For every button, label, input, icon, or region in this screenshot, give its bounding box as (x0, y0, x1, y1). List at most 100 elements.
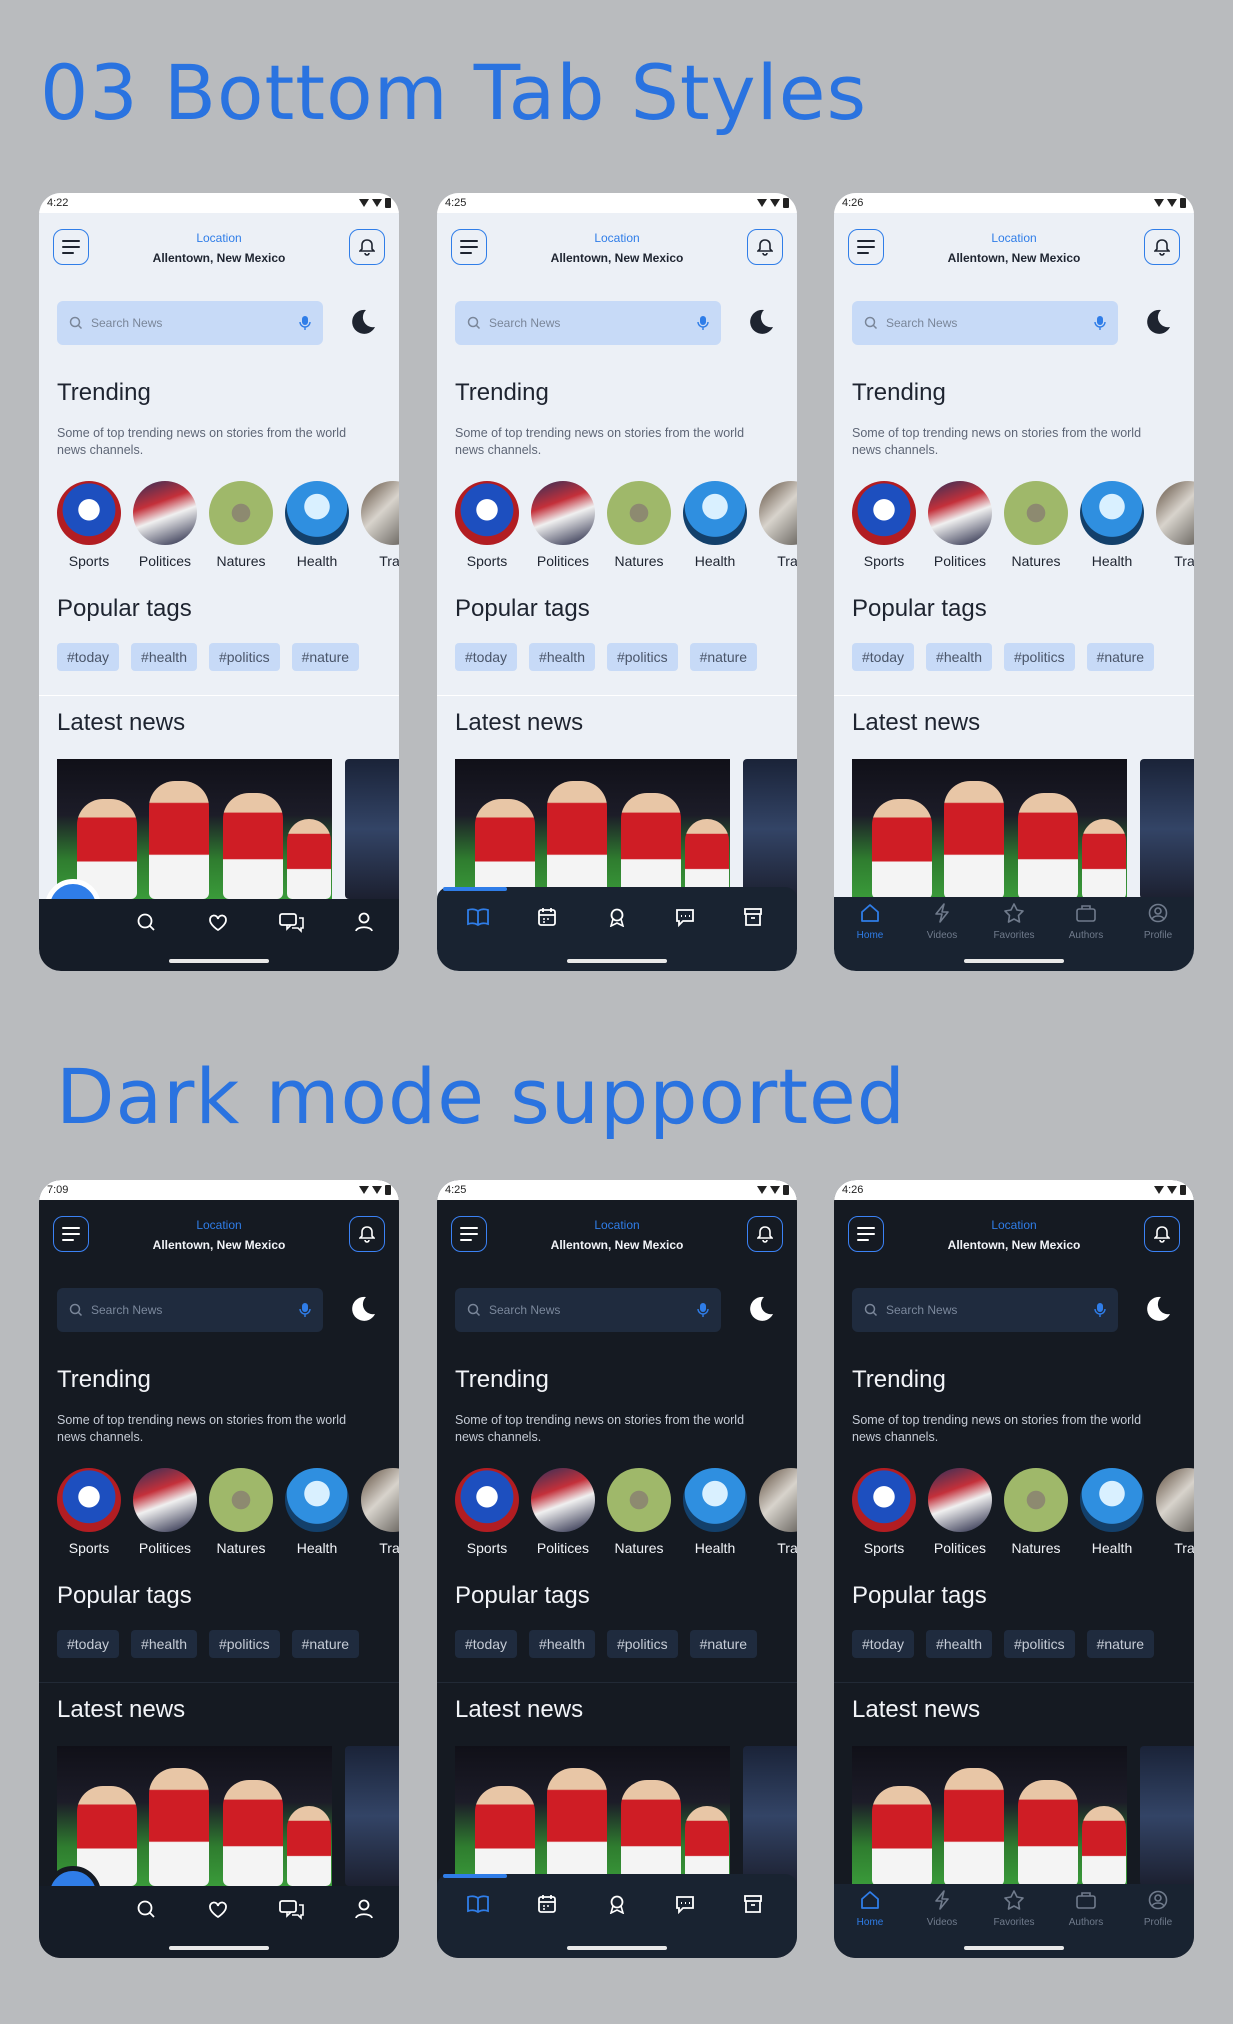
category-health[interactable]: Health (285, 481, 349, 569)
category-nature[interactable]: Natures (1004, 481, 1068, 569)
menu-button[interactable] (451, 1216, 487, 1252)
category-politics[interactable]: Politices (531, 481, 595, 569)
menu-button[interactable] (451, 229, 487, 265)
tag-chip[interactable]: #politics (1003, 1630, 1075, 1658)
news-card-image[interactable] (57, 1746, 332, 1886)
category-sports[interactable]: Sports (57, 1468, 121, 1556)
category-travel[interactable]: Trav (759, 481, 797, 569)
moon-icon[interactable] (1142, 1294, 1172, 1324)
calendar-icon[interactable] (537, 907, 557, 927)
tag-chip[interactable]: #nature (291, 1630, 360, 1658)
category-travel[interactable]: Trav (1156, 481, 1194, 569)
badge-icon[interactable] (607, 907, 627, 927)
notification-button[interactable] (349, 229, 385, 265)
notification-button[interactable] (747, 229, 783, 265)
tag-chip[interactable]: #health (529, 643, 595, 671)
category-politics[interactable]: Politices (133, 481, 197, 569)
moon-icon[interactable] (1142, 307, 1172, 337)
message-icon[interactable] (675, 1894, 695, 1914)
menu-button[interactable] (53, 229, 89, 265)
tag-chip[interactable]: #today (57, 1630, 120, 1658)
search-icon[interactable] (135, 911, 157, 933)
category-nature[interactable]: Natures (607, 481, 671, 569)
tag-chip[interactable]: #health (529, 1630, 595, 1658)
tag-chip[interactable]: #today (455, 643, 518, 671)
news-card-image[interactable] (852, 759, 1127, 899)
category-politics[interactable]: Politices (928, 1468, 992, 1556)
tag-chip[interactable]: #health (131, 643, 197, 671)
notification-button[interactable] (1144, 229, 1180, 265)
mic-icon[interactable] (299, 315, 311, 331)
search-input[interactable]: Search News (57, 1288, 323, 1332)
category-travel[interactable]: Trav (361, 481, 399, 569)
news-card-image[interactable] (852, 1746, 1127, 1886)
tag-chip[interactable]: #health (131, 1630, 197, 1658)
news-card-image-next[interactable] (1140, 759, 1194, 899)
mic-icon[interactable] (1094, 1302, 1106, 1318)
notification-button[interactable] (747, 1216, 783, 1252)
book-icon[interactable] (467, 907, 489, 927)
message-icon[interactable] (675, 907, 695, 927)
category-health[interactable]: Health (683, 481, 747, 569)
menu-button[interactable] (848, 1216, 884, 1252)
tag-chip[interactable]: #nature (689, 1630, 758, 1658)
moon-icon[interactable] (745, 307, 775, 337)
category-travel[interactable]: Trav (361, 1468, 399, 1556)
tab-profile[interactable]: Profile (1122, 903, 1194, 941)
search-input[interactable]: Search News (455, 1288, 721, 1332)
news-card-image-next[interactable] (1140, 1746, 1194, 1886)
heart-icon[interactable] (207, 1898, 229, 1920)
search-input[interactable]: Search News (852, 301, 1118, 345)
book-icon[interactable] (467, 1894, 489, 1914)
mic-icon[interactable] (697, 315, 709, 331)
chat-icon[interactable] (279, 911, 305, 933)
category-travel[interactable]: Trav (759, 1468, 797, 1556)
mic-icon[interactable] (697, 1302, 709, 1318)
category-politics[interactable]: Politices (133, 1468, 197, 1556)
tab-home[interactable]: Home (834, 903, 906, 941)
notification-button[interactable] (349, 1216, 385, 1252)
category-politics[interactable]: Politices (928, 481, 992, 569)
search-input[interactable]: Search News (852, 1288, 1118, 1332)
category-health[interactable]: Health (1080, 481, 1144, 569)
category-nature[interactable]: Natures (209, 481, 273, 569)
tag-chip[interactable]: #today (852, 643, 915, 671)
news-card-image-next[interactable] (743, 759, 797, 899)
tag-chip[interactable]: #politics (606, 1630, 678, 1658)
mic-icon[interactable] (1094, 315, 1106, 331)
news-card-image-next[interactable] (743, 1746, 797, 1886)
tab-videos[interactable]: Videos (906, 903, 978, 941)
category-sports[interactable]: Sports (455, 481, 519, 569)
category-health[interactable]: Health (285, 1468, 349, 1556)
tab-favorites[interactable]: Favorites (978, 1890, 1050, 1928)
menu-button[interactable] (848, 229, 884, 265)
badge-icon[interactable] (607, 1894, 627, 1914)
tag-chip[interactable]: #nature (1086, 1630, 1155, 1658)
category-health[interactable]: Health (683, 1468, 747, 1556)
search-input[interactable]: Search News (57, 301, 323, 345)
category-politics[interactable]: Politices (531, 1468, 595, 1556)
category-health[interactable]: Health (1080, 1468, 1144, 1556)
tag-chip[interactable]: #today (57, 643, 120, 671)
news-card-image-next[interactable] (345, 759, 399, 899)
heart-icon[interactable] (207, 911, 229, 933)
tag-chip[interactable]: #politics (208, 1630, 280, 1658)
category-nature[interactable]: Natures (209, 1468, 273, 1556)
archive-icon[interactable] (743, 907, 763, 927)
category-sports[interactable]: Sports (57, 481, 121, 569)
moon-icon[interactable] (745, 1294, 775, 1324)
archive-icon[interactable] (743, 1894, 763, 1914)
search-icon[interactable] (135, 1898, 157, 1920)
tab-authors[interactable]: Authors (1050, 903, 1122, 941)
tab-favorites[interactable]: Favorites (978, 903, 1050, 941)
tab-authors[interactable]: Authors (1050, 1890, 1122, 1928)
category-nature[interactable]: Natures (1004, 1468, 1068, 1556)
tag-chip[interactable]: #politics (606, 643, 678, 671)
tag-chip[interactable]: #politics (1003, 643, 1075, 671)
tag-chip[interactable]: #politics (208, 643, 280, 671)
menu-button[interactable] (53, 1216, 89, 1252)
tab-videos[interactable]: Videos (906, 1890, 978, 1928)
moon-icon[interactable] (347, 1294, 377, 1324)
category-sports[interactable]: Sports (455, 1468, 519, 1556)
user-icon[interactable] (353, 911, 375, 933)
